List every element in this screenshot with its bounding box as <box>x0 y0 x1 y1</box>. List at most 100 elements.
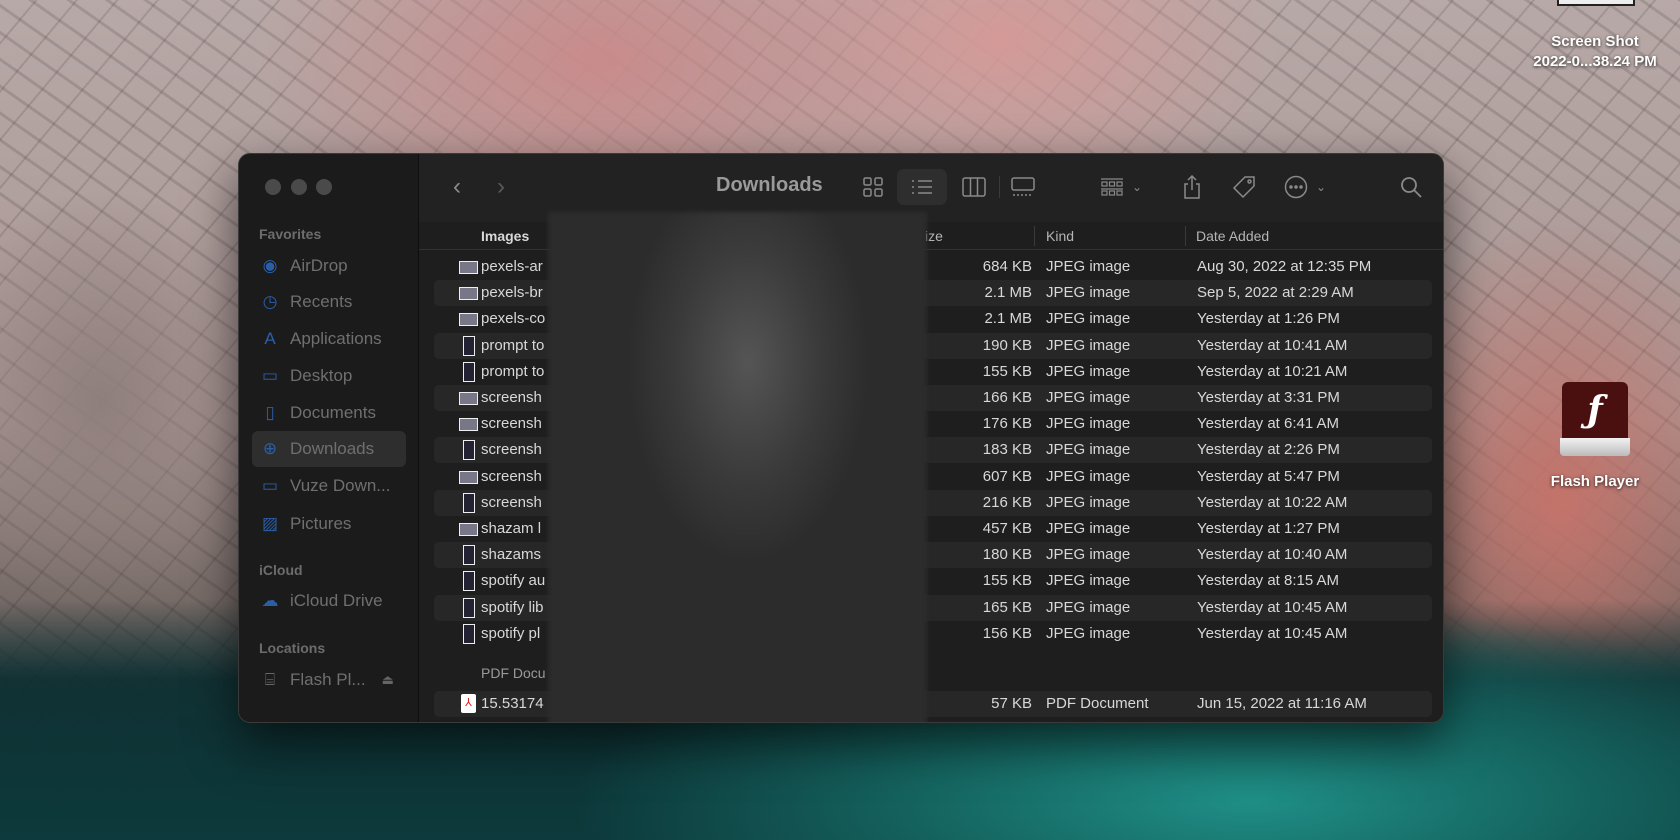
pictures-icon: ▨ <box>261 514 279 533</box>
favorites-heading: Favorites <box>259 226 322 242</box>
list-view-button[interactable] <box>897 169 947 205</box>
folder-icon: ▭ <box>261 476 279 495</box>
pdf-file-icon: ⅄ <box>461 694 476 713</box>
forward-button[interactable]: › <box>489 169 513 205</box>
chevron-down-icon: ⌄ <box>1131 180 1143 194</box>
file-kind: JPEG image <box>1046 362 1131 380</box>
more-actions-button[interactable]: ⌄ <box>1277 169 1333 205</box>
file-size: 166 KB <box>982 389 1032 406</box>
column-kind-header[interactable]: Kind <box>1046 228 1074 244</box>
desktop-screenshot-icon[interactable]: Screen Shot 2022-0...38.24 PM <box>1530 0 1660 70</box>
group-icon <box>1100 178 1123 196</box>
file-kind: JPEG image <box>1046 624 1131 642</box>
share-button[interactable] <box>1174 169 1210 205</box>
image-thumbnail-icon <box>463 623 475 644</box>
file-size: 180 KB <box>982 546 1032 564</box>
file-size: 684 KB <box>982 258 1032 275</box>
group-button[interactable]: ⌄ <box>1091 169 1151 205</box>
sidebar-item-label: Pictures <box>290 514 352 533</box>
screenshot-label-line2: 2022-0...38.24 PM <box>1533 53 1657 70</box>
sidebar-item-label: Downloads <box>290 439 375 458</box>
chevron-down-icon: ⌄ <box>1315 180 1327 194</box>
minimize-button[interactable] <box>291 179 307 195</box>
sidebar-item-label: Applications <box>290 329 382 348</box>
file-name: screensh <box>481 415 542 433</box>
toolbar-divider <box>999 176 1000 198</box>
eject-icon[interactable]: ⏏ <box>382 672 394 688</box>
file-kind: JPEG image <box>1046 258 1131 275</box>
drive-icon: ⌸ <box>264 670 276 689</box>
blurred-redaction <box>548 212 927 722</box>
sidebar-item-recents[interactable]: ◷ Recents <box>252 284 406 320</box>
image-thumbnail-icon <box>459 313 478 327</box>
sidebar-item-label: Documents <box>290 403 376 422</box>
desktop-flash-player-drive[interactable]: ƒ Flash Player <box>1540 380 1650 495</box>
document-icon: ▯ <box>265 403 275 422</box>
image-thumbnail-icon <box>463 335 475 356</box>
sidebar-item-pictures[interactable]: ▨ Pictures <box>252 506 406 542</box>
sidebar-item-desktop[interactable]: ▭ Desktop <box>252 358 406 394</box>
column-divider[interactable] <box>1185 226 1186 246</box>
image-thumbnail-icon <box>459 523 478 536</box>
download-icon: ⊕ <box>262 439 278 458</box>
tag-icon <box>1232 176 1255 199</box>
image-thumbnail-icon <box>459 261 478 274</box>
file-name: pexels-co <box>481 310 546 328</box>
file-date-added: Yesterday at 6:41 AM <box>1197 415 1340 433</box>
file-date-added: Yesterday at 8:15 AM <box>1197 572 1340 590</box>
sidebar-item-airdrop[interactable]: ◉ AirDrop <box>252 248 406 284</box>
file-kind: JPEG image <box>1046 310 1131 328</box>
file-date-added: Yesterday at 10:41 AM <box>1197 336 1348 354</box>
file-name: screensh <box>481 389 542 406</box>
file-kind: JPEG image <box>1046 441 1131 459</box>
cloud-icon: ☁ <box>261 591 279 610</box>
file-name: pexels-br <box>481 284 543 302</box>
file-kind: JPEG image <box>1046 467 1131 485</box>
finder-window: Favorites ◉ AirDrop ◷ Recents A Applicat… <box>238 153 1444 723</box>
file-size: 216 KB <box>982 493 1032 511</box>
file-size: 2.1 MB <box>984 310 1032 328</box>
applications-icon: A <box>264 329 276 348</box>
airdrop-icon: ◉ <box>262 256 278 275</box>
file-date-added: Sep 5, 2022 at 2:29 AM <box>1197 284 1354 302</box>
column-size-header[interactable]: ize <box>925 228 943 244</box>
file-size: 2.1 MB <box>984 284 1032 302</box>
screenshot-thumbnail <box>1557 0 1635 6</box>
sidebar-item-vuze-down[interactable]: ▭ Vuze Down... <box>252 468 406 504</box>
file-name: spotify au <box>481 572 546 590</box>
sidebar-item-icloud-drive[interactable]: ☁ iCloud Drive <box>252 583 406 619</box>
search-button[interactable] <box>1393 169 1429 205</box>
file-size: 457 KB <box>982 520 1032 537</box>
sidebar-item-flash-player[interactable]: ⌸ Flash Pl... ⏏ <box>252 662 406 698</box>
locations-heading: Locations <box>259 640 326 656</box>
file-kind: JPEG image <box>1046 284 1131 302</box>
flash-player-label: Flash Player <box>1550 473 1640 490</box>
sidebar-item-applications[interactable]: A Applications <box>252 321 406 357</box>
sidebar-item-label: Flash Pl... <box>290 670 366 689</box>
sidebar-item-label: Recents <box>290 292 353 311</box>
icon-view-button[interactable] <box>855 169 891 205</box>
gallery-view-button[interactable] <box>1005 169 1041 205</box>
column-divider[interactable] <box>1034 226 1035 246</box>
file-date-added: Yesterday at 1:26 PM <box>1197 310 1340 328</box>
zoom-button[interactable] <box>316 179 332 195</box>
sidebar-item-downloads[interactable]: ⊕ Downloads <box>252 431 406 467</box>
column-name-header[interactable]: Images <box>481 228 529 244</box>
gallery-icon <box>1011 177 1035 196</box>
pdf-group-heading: PDF Docu <box>481 665 546 681</box>
back-button[interactable]: ‹ <box>445 169 469 205</box>
file-size: 156 KB <box>982 624 1032 642</box>
column-date-header[interactable]: Date Added <box>1196 228 1269 244</box>
window-title: Downloads <box>716 174 823 196</box>
sidebar-item-label: AirDrop <box>290 256 348 275</box>
icloud-heading: iCloud <box>259 562 303 578</box>
file-date-added: Yesterday at 1:27 PM <box>1197 520 1340 537</box>
file-date-added: Yesterday at 2:26 PM <box>1197 441 1340 459</box>
sidebar-item-documents[interactable]: ▯ Documents <box>252 395 406 431</box>
file-date-added: Yesterday at 5:47 PM <box>1197 467 1340 485</box>
image-thumbnail-icon <box>459 418 478 432</box>
column-view-button[interactable] <box>956 169 992 205</box>
close-button[interactable] <box>265 179 281 195</box>
image-thumbnail-icon <box>459 287 478 301</box>
tag-button[interactable] <box>1226 169 1262 205</box>
